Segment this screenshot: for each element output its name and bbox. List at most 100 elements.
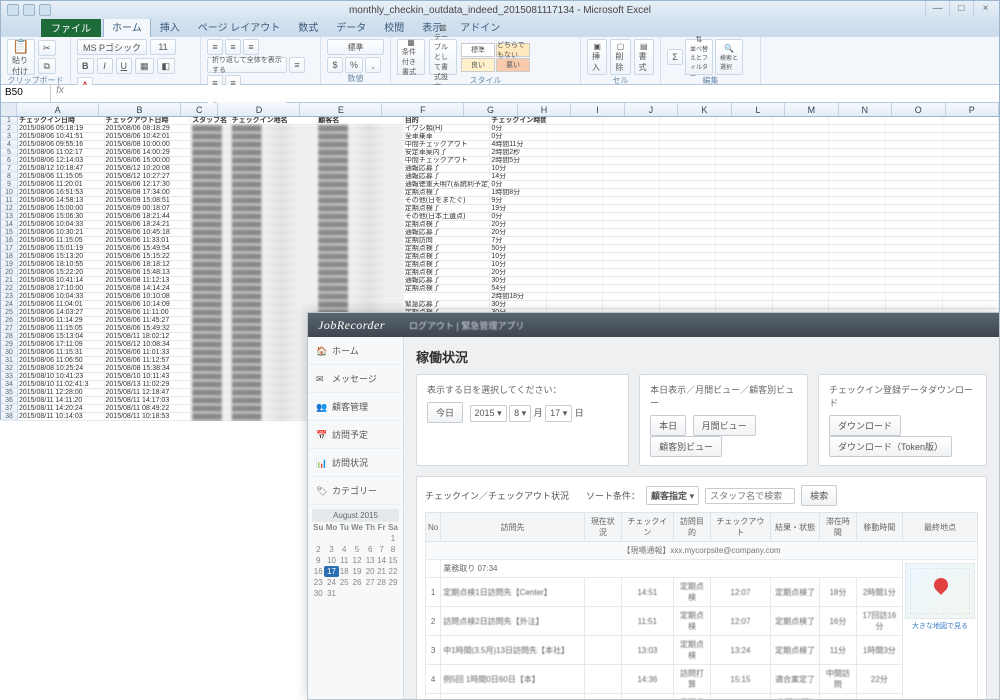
jr-table-row[interactable]: 1定期点検1日訪問先【Center】14:51定期点検12:07定期点検了18分… — [426, 578, 978, 607]
table-row[interactable]: 42015/08/06 09:55:162015/08/08 10:00:00█… — [1, 141, 999, 149]
calendar-day[interactable] — [387, 588, 399, 599]
paste-button[interactable]: 📋 貼り付け — [7, 39, 35, 75]
sidebar-item-4[interactable]: 📊訪問状況 — [308, 449, 403, 477]
border-button[interactable]: ▦ — [135, 58, 154, 74]
col-header[interactable]: N — [839, 103, 892, 116]
table-row[interactable]: 22015/08/06 05:18:192015/08/06 08:18:29█… — [1, 125, 999, 133]
ribbon-tab-2[interactable]: ページ レイアウト — [189, 16, 290, 37]
table-row[interactable]: 112015/08/06 14:58:132015/08/09 15:08:51… — [1, 197, 999, 205]
ribbon-tab-1[interactable]: 挿入 — [151, 16, 189, 37]
calendar-day[interactable] — [339, 588, 350, 599]
col-header[interactable]: A — [17, 103, 99, 116]
insert-cells-button[interactable]: ▣挿入 — [587, 39, 607, 75]
table-row[interactable]: 222015/08/08 17:10:002015/08/08 14:14:24… — [1, 285, 999, 293]
calendar-day[interactable]: 6 — [364, 544, 376, 555]
calendar-day[interactable]: 20 — [364, 566, 376, 577]
day-select[interactable]: 17 ▾ — [545, 405, 572, 422]
ribbon-tab-7[interactable]: アドイン — [451, 16, 509, 37]
calendar-day[interactable] — [364, 588, 376, 599]
calendar-day[interactable]: 30 — [312, 588, 324, 599]
calendar-day[interactable]: 15 — [387, 555, 399, 566]
file-tab[interactable]: ファイル — [41, 18, 101, 37]
calendar-day[interactable] — [339, 533, 350, 544]
sidebar-item-1[interactable]: ✉メッセージ — [308, 365, 403, 393]
col-header[interactable]: M — [785, 103, 838, 116]
sidebar-item-0[interactable]: 🏠ホーム — [308, 337, 403, 365]
calendar-day[interactable]: 31 — [324, 588, 338, 599]
calendar-day[interactable]: 22 — [387, 566, 399, 577]
calendar-day[interactable]: 7 — [376, 544, 387, 555]
currency-icon[interactable]: $ — [327, 57, 343, 73]
align-bot-icon[interactable]: ≡ — [243, 39, 259, 55]
wrap-text-button[interactable]: 折り返して全体を表示する — [207, 57, 287, 73]
calendar-day[interactable] — [312, 533, 324, 544]
today-view-button[interactable]: 本日 — [650, 415, 686, 436]
table-row[interactable]: 52015/08/06 11:02:172015/08/06 14:00:29█… — [1, 149, 999, 157]
table-row[interactable]: 162015/08/06 11:15:052015/08/06 11:33:01… — [1, 237, 999, 245]
calendar-day[interactable] — [376, 533, 387, 544]
italic-button[interactable]: I — [97, 58, 113, 74]
redo-icon[interactable] — [39, 4, 51, 16]
ribbon-tab-4[interactable]: データ — [327, 16, 375, 37]
minimize-button[interactable]: — — [925, 1, 949, 16]
month-select[interactable]: 8 ▾ — [509, 405, 531, 422]
format-as-table-button[interactable]: ▥テーブルとして書式設定 — [429, 39, 457, 75]
calendar-day[interactable]: 10 — [324, 555, 338, 566]
calendar-day[interactable] — [350, 533, 364, 544]
map-link[interactable]: 大きな地図で見る — [905, 621, 975, 631]
style-neutral[interactable]: どちらでもない — [496, 43, 530, 57]
calendar-day[interactable]: 13 — [364, 555, 376, 566]
font-name-select[interactable]: MS Pゴシック — [77, 39, 147, 55]
calendar-day[interactable]: 8 — [387, 544, 399, 555]
month-view-button[interactable]: 月間ビュー — [693, 415, 756, 436]
autosum-button[interactable]: Σ — [667, 49, 683, 65]
calendar-day[interactable] — [376, 588, 387, 599]
col-header[interactable]: J — [625, 103, 678, 116]
table-row[interactable]: 212015/08/08 10:41:142015/08/08 11:12:13… — [1, 277, 999, 285]
calendar-day[interactable]: 4 — [339, 544, 350, 555]
cut-icon[interactable]: ✂ — [38, 40, 56, 56]
col-header[interactable]: K — [678, 103, 731, 116]
search-button[interactable]: 検索 — [801, 485, 837, 506]
style-normal[interactable]: 標準 — [461, 43, 495, 57]
sidebar-item-5[interactable]: 🏷カテゴリー — [308, 477, 403, 505]
table-row[interactable]: 92015/08/06 11:20:012015/08/06 12:17:30█… — [1, 181, 999, 189]
save-icon[interactable] — [7, 4, 19, 16]
fill-color-button[interactable]: ◧ — [157, 58, 176, 74]
calendar-day[interactable]: 19 — [350, 566, 364, 577]
staff-search-input[interactable] — [705, 488, 795, 504]
font-size-select[interactable]: 11 — [150, 39, 176, 55]
jr-table-row[interactable]: 5月単品定額7日訪問先週間取日【国内】18:11定期点検18:17中間訪問8分5… — [426, 694, 978, 700]
calendar-day[interactable]: 3 — [324, 544, 338, 555]
name-box[interactable]: B50 — [1, 85, 51, 102]
calendar-day[interactable]: 25 — [339, 577, 350, 588]
jr-table-row[interactable]: 3中1時間(3.5月)13日訪問先【本社】13:03定期点検13:24定期点検了… — [426, 636, 978, 665]
table-row[interactable]: 202015/08/06 15:22:202015/08/06 15:48:13… — [1, 269, 999, 277]
table-row[interactable]: 32015/08/06 10:41:512015/08/06 10:42:01█… — [1, 133, 999, 141]
calendar-day[interactable] — [364, 533, 376, 544]
table-row[interactable]: 72015/08/12 10:18:472015/08/12 10:20:08█… — [1, 165, 999, 173]
today-button[interactable]: 今日 — [427, 402, 463, 423]
col-header[interactable]: P — [946, 103, 999, 116]
calendar-day[interactable]: 5 — [350, 544, 364, 555]
col-header[interactable]: I — [571, 103, 624, 116]
undo-icon[interactable] — [23, 4, 35, 16]
calendar-day[interactable]: 9 — [312, 555, 324, 566]
number-format-select[interactable]: 標準 — [327, 39, 384, 55]
fx-icon[interactable]: fx — [51, 85, 69, 102]
download-token-button[interactable]: ダウンロード（Token版） — [829, 436, 952, 457]
calendar-day[interactable]: 21 — [376, 566, 387, 577]
year-select[interactable]: 2015 ▾ — [470, 405, 507, 422]
underline-button[interactable]: U — [116, 58, 133, 74]
ribbon-tab-5[interactable]: 校閲 — [375, 16, 413, 37]
table-row[interactable]: 182015/08/06 15:13:202015/08/06 15:15:22… — [1, 253, 999, 261]
jr-table-row[interactable]: 4例5回 1時間0日60日【本】14:36訪問打算15:15適合案定了中間訪問2… — [426, 665, 978, 694]
table-row[interactable]: 192015/08/06 18:10:552015/08/06 18:18:12… — [1, 261, 999, 269]
table-row[interactable]: 152015/08/06 10:30:212015/08/06 10:45:18… — [1, 229, 999, 237]
sidebar-item-3[interactable]: 📅訪問予定 — [308, 421, 403, 449]
jr-user-info[interactable]: ログアウト | 緊急管理アプリ — [409, 319, 524, 332]
calendar-day[interactable]: 24 — [324, 577, 338, 588]
table-row[interactable]: 82015/08/06 11:15:052015/08/12 10:27:27█… — [1, 173, 999, 181]
table-row[interactable]: 132015/08/06 15:06:302015/08/06 18:21:44… — [1, 213, 999, 221]
find-select-button[interactable]: 🔍検索と選択 — [715, 39, 743, 75]
